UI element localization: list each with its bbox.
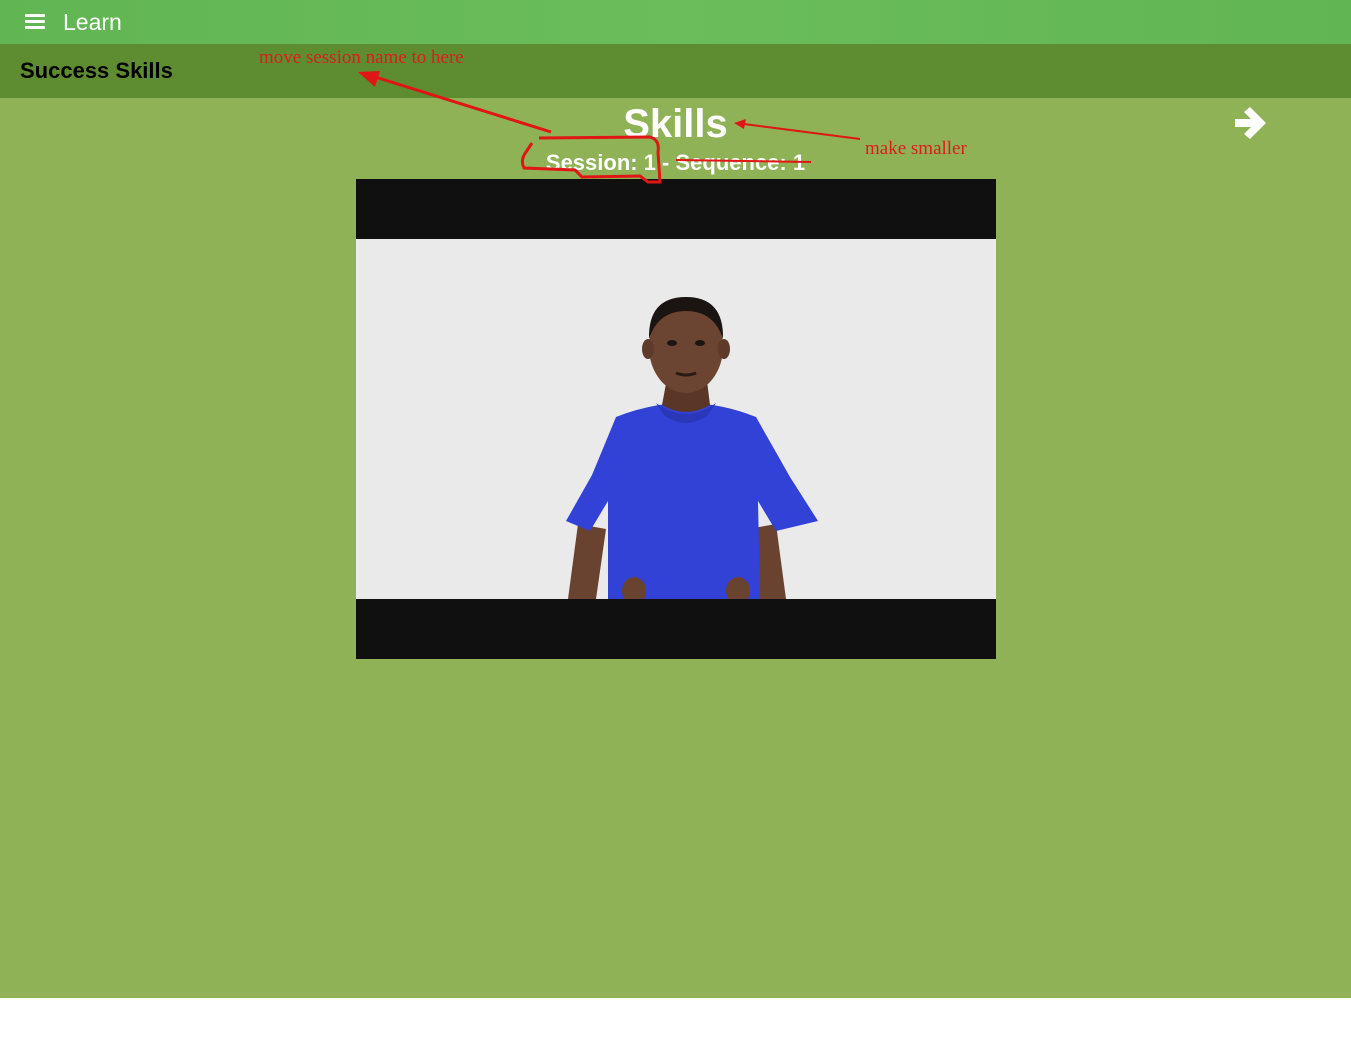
lesson-title: Skills <box>623 102 728 146</box>
session-sequence-label: Session: 1 - Sequence: 1 <box>545 150 806 175</box>
app-title: Learn <box>63 9 122 35</box>
hamburger-menu-icon[interactable] <box>25 14 45 30</box>
signer-person-image <box>566 297 818 599</box>
video-frame <box>356 239 996 599</box>
course-header: Success Skills <box>0 44 1351 98</box>
video-player[interactable] <box>356 179 996 659</box>
top-app-bar: Learn <box>0 0 1351 44</box>
arrow-right-icon[interactable] <box>1232 104 1270 142</box>
course-title: Success Skills <box>20 58 173 83</box>
lesson-content: Skills Session: 1 - Sequence: 1 <box>0 98 1351 998</box>
